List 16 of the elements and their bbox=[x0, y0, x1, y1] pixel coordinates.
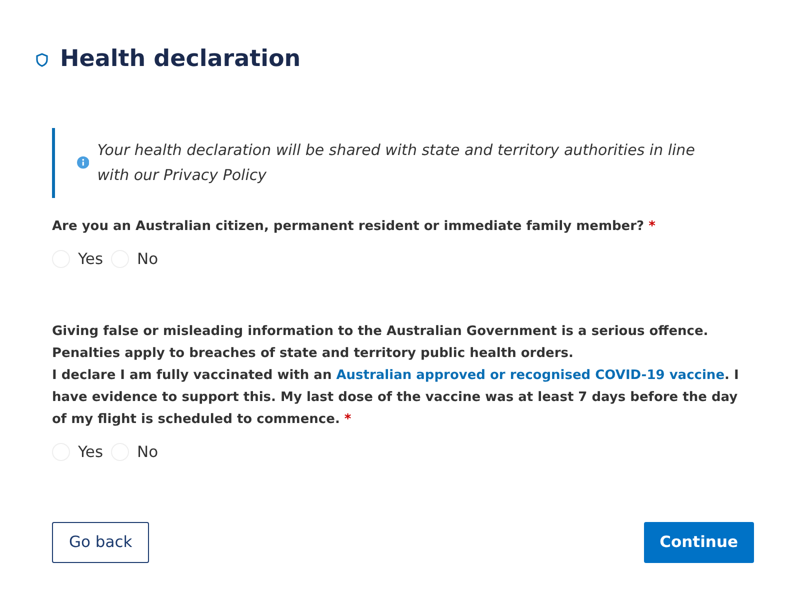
question-text: Are you an Australian citizen, permanent resident or immediate family member? * bbox=[52, 218, 656, 236]
page-heading: Health declaration bbox=[60, 46, 301, 74]
notice-text: Your health declaration will be shared with state and territory authorities in line with our Privacy Policy bbox=[97, 140, 696, 186]
option-label[interactable]: Yes bbox=[78, 440, 104, 464]
continue-button[interactable]: Continue bbox=[644, 522, 754, 564]
question-text: I declare I am fully vaccinated with an Australian approved or recognised COVID-19 vaccine. I have evidence to support this. My last dose of the vaccine was at least 7 days before the day of my flight is scheduled to commence. * bbox=[52, 366, 740, 429]
required-mark: * bbox=[648, 218, 656, 234]
option-label[interactable]: No bbox=[137, 440, 158, 464]
info-icon bbox=[77, 155, 90, 170]
shield-icon bbox=[36, 52, 48, 67]
option-label[interactable]: No bbox=[137, 248, 158, 271]
required-mark: * bbox=[344, 412, 352, 427]
back-button[interactable]: Go back bbox=[52, 522, 150, 564]
option-label[interactable]: Yes bbox=[78, 248, 104, 271]
question-text: Giving false or misleading information to the Australian Government is a serious offence. Penalties apply to breaches of state and territory public health orders. bbox=[52, 322, 710, 363]
link[interactable]: Australian approved or recognised COVID-19 vaccine bbox=[336, 368, 725, 383]
